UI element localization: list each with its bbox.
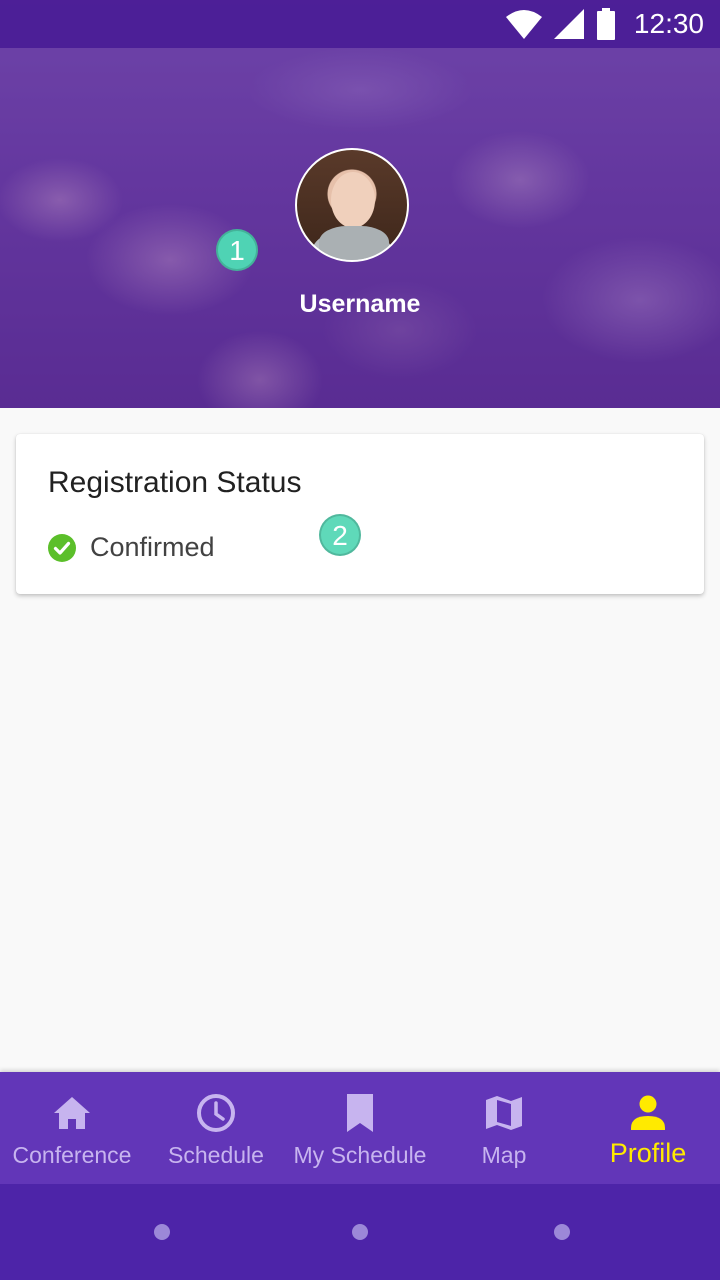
- signal-icon: [553, 9, 584, 39]
- clock-time: 12:30: [633, 8, 704, 39]
- nav-label-conference: Conference: [12, 1142, 132, 1168]
- annotation-marker-1: 1: [216, 229, 258, 271]
- registration-status-row: Confirmed: [48, 532, 215, 563]
- person-icon: [631, 1095, 665, 1130]
- battery-icon: [596, 8, 615, 40]
- avatar-face: [331, 172, 375, 228]
- annotation-marker-2: 2: [319, 514, 361, 556]
- registration-card: Registration Status Confirmed: [16, 434, 704, 594]
- nav-label-map: Map: [481, 1142, 527, 1168]
- system-navigation-bar: [0, 1184, 720, 1280]
- recents-button[interactable]: [554, 1224, 570, 1240]
- nav-item-conference[interactable]: Conference: [0, 1072, 144, 1184]
- username: Username: [299, 290, 421, 318]
- bookmark-icon: [347, 1094, 373, 1132]
- clock-icon: [197, 1094, 235, 1132]
- nav-item-profile[interactable]: Profile: [576, 1072, 720, 1184]
- registration-status-text: Confirmed: [90, 532, 215, 562]
- back-button[interactable]: [154, 1224, 170, 1240]
- avatar[interactable]: [295, 148, 409, 262]
- map-icon: [486, 1096, 522, 1130]
- avatar-scarf: [319, 226, 389, 260]
- home-icon: [54, 1097, 90, 1129]
- nav-item-my-schedule[interactable]: My Schedule: [288, 1072, 432, 1184]
- nav-label-my-schedule: My Schedule: [293, 1142, 427, 1168]
- home-button[interactable]: [352, 1224, 368, 1240]
- registration-title: Registration Status: [48, 466, 302, 499]
- nav-label-profile: Profile: [609, 1138, 687, 1168]
- wifi-icon: [505, 10, 542, 39]
- nav-item-map[interactable]: Map: [432, 1072, 576, 1184]
- nav-label-schedule: Schedule: [168, 1142, 264, 1168]
- profile-header: Username: [0, 0, 720, 408]
- nav-item-schedule[interactable]: Schedule: [144, 1072, 288, 1184]
- check-circle-icon: [48, 533, 76, 562]
- bottom-navigation: Conference Schedule My Schedule Map Prof…: [0, 1072, 720, 1184]
- status-bar: 12:30: [0, 0, 720, 48]
